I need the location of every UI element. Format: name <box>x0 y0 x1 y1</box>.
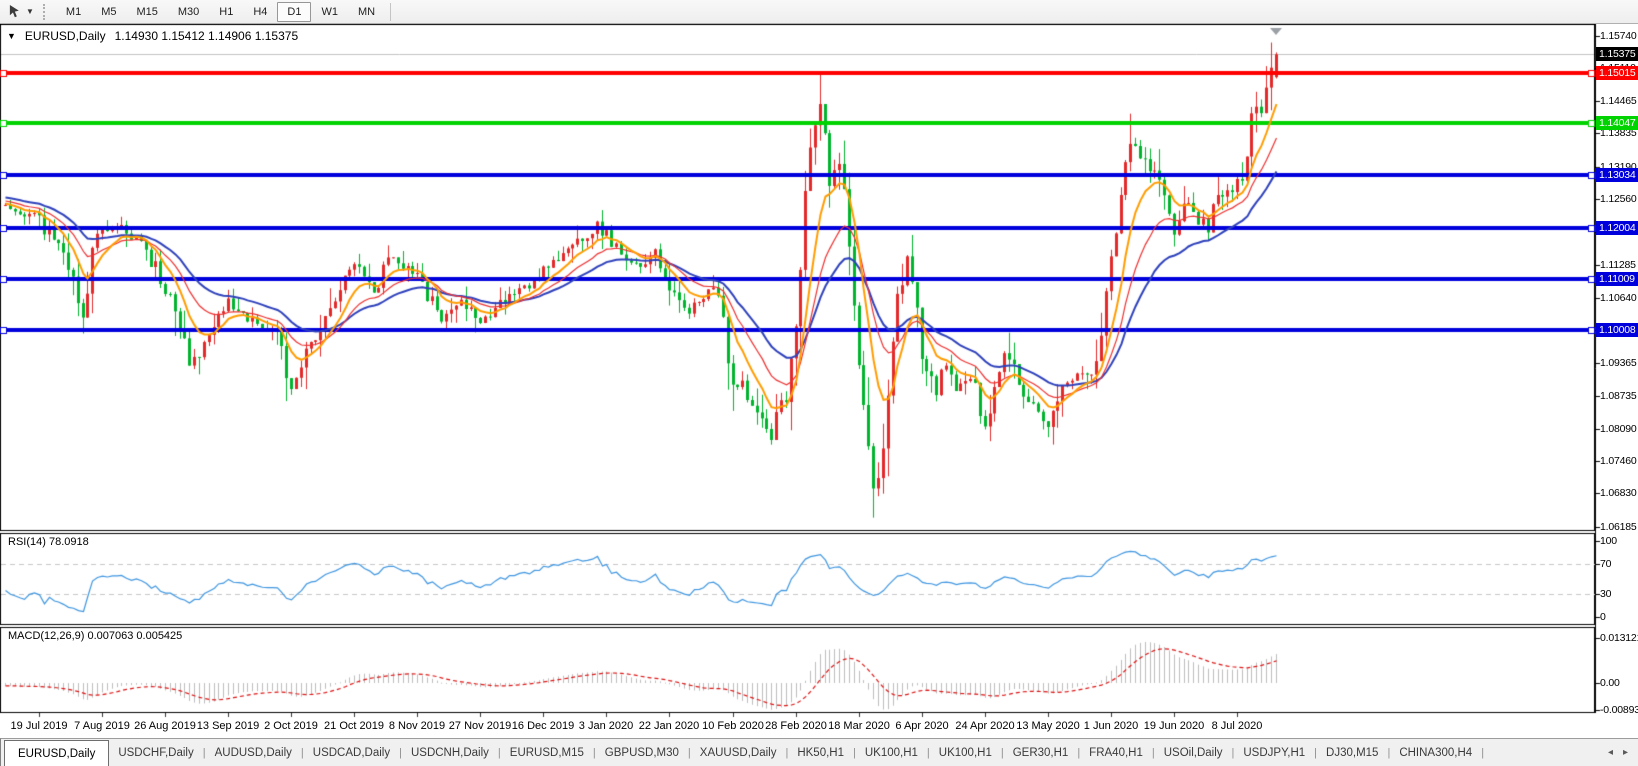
chart-tab-dj30-m15[interactable]: DJ30,M15 <box>1317 739 1387 766</box>
timeframe-button-d1[interactable]: D1 <box>277 1 312 22</box>
chart-tab-usoil-daily[interactable]: USOil,Daily <box>1155 739 1232 766</box>
toolbar-grip <box>42 3 49 20</box>
chart-tab-hk50-h1[interactable]: HK50,H1 <box>788 739 853 766</box>
chart-tab-usdcnh-daily[interactable]: USDCNH,Daily <box>402 739 498 766</box>
timeframe-button-h1[interactable]: H1 <box>209 2 243 22</box>
tab-scroll-left-icon[interactable]: ◂ <box>1608 747 1613 758</box>
chart-tab-bar: EURUSD,Daily USDCHF,Daily | AUDUSD,Daily | US… <box>0 738 1638 766</box>
timeframe-button-w1[interactable]: W1 <box>311 2 348 22</box>
chart-tab-audusd-daily[interactable]: AUDUSD,Daily <box>206 739 301 766</box>
chart-tab-china300-h4[interactable]: CHINA300,H4 <box>1390 739 1481 766</box>
dropdown-caret-icon[interactable]: ▼ <box>26 7 34 16</box>
tab-separator: | <box>1481 746 1485 759</box>
chart-tab-fra40-h1[interactable]: FRA40,H1 <box>1080 739 1152 766</box>
trading-platform-window: { "toolbar": { "timeframes": ["M1","M5",… <box>0 0 1638 766</box>
timeframe-button-h4[interactable]: H4 <box>243 2 277 22</box>
pointer-tool-button[interactable]: ▼ <box>4 2 38 21</box>
tab-scroll-right-icon[interactable]: ▸ <box>1623 747 1628 758</box>
chart-tab-xauusd-daily[interactable]: XAUUSD,Daily <box>691 739 786 766</box>
chart-tab-gbpusd-m30[interactable]: GBPUSD,M30 <box>596 739 688 766</box>
chart-window: ▼ EURUSD,Daily 1.14930 1.15412 1.14906 1… <box>0 24 1638 738</box>
timeframe-button-m30[interactable]: M30 <box>168 2 209 22</box>
chart-tab-usdcad-daily[interactable]: USDCAD,Daily <box>304 739 399 766</box>
chart-tab-usdjpy-h1[interactable]: USDJPY,H1 <box>1234 739 1314 766</box>
top-toolbar: ▼ M1 M5 M15 M30 H1 H4 D1 W1 MN <box>0 0 1638 24</box>
timeframe-button-m5[interactable]: M5 <box>91 2 126 22</box>
timeframe-button-group: M1 M5 M15 M30 H1 H4 D1 W1 MN <box>56 1 385 22</box>
chart-tab-eurusd-m15[interactable]: EURUSD,M15 <box>501 739 593 766</box>
pointer-tool-icon <box>9 4 19 18</box>
chart-tab-usdchf-daily[interactable]: USDCHF,Daily <box>109 739 202 766</box>
toolbar-separator <box>390 2 392 21</box>
timeframe-button-m15[interactable]: M15 <box>126 2 167 22</box>
tab-navigation: ◂ ▸ <box>1598 739 1638 766</box>
chart-tab-eurusd-daily[interactable]: EURUSD,Daily <box>4 740 110 766</box>
price-chart-canvas[interactable] <box>0 24 1638 738</box>
chart-tab-uk100-h1[interactable]: UK100,H1 <box>930 739 1001 766</box>
timeframe-button-m1[interactable]: M1 <box>56 2 91 22</box>
chart-tab-uk100-h1[interactable]: UK100,H1 <box>856 739 927 766</box>
timeframe-button-mn[interactable]: MN <box>348 2 385 22</box>
chart-tab-ger30-h1[interactable]: GER30,H1 <box>1004 739 1078 766</box>
